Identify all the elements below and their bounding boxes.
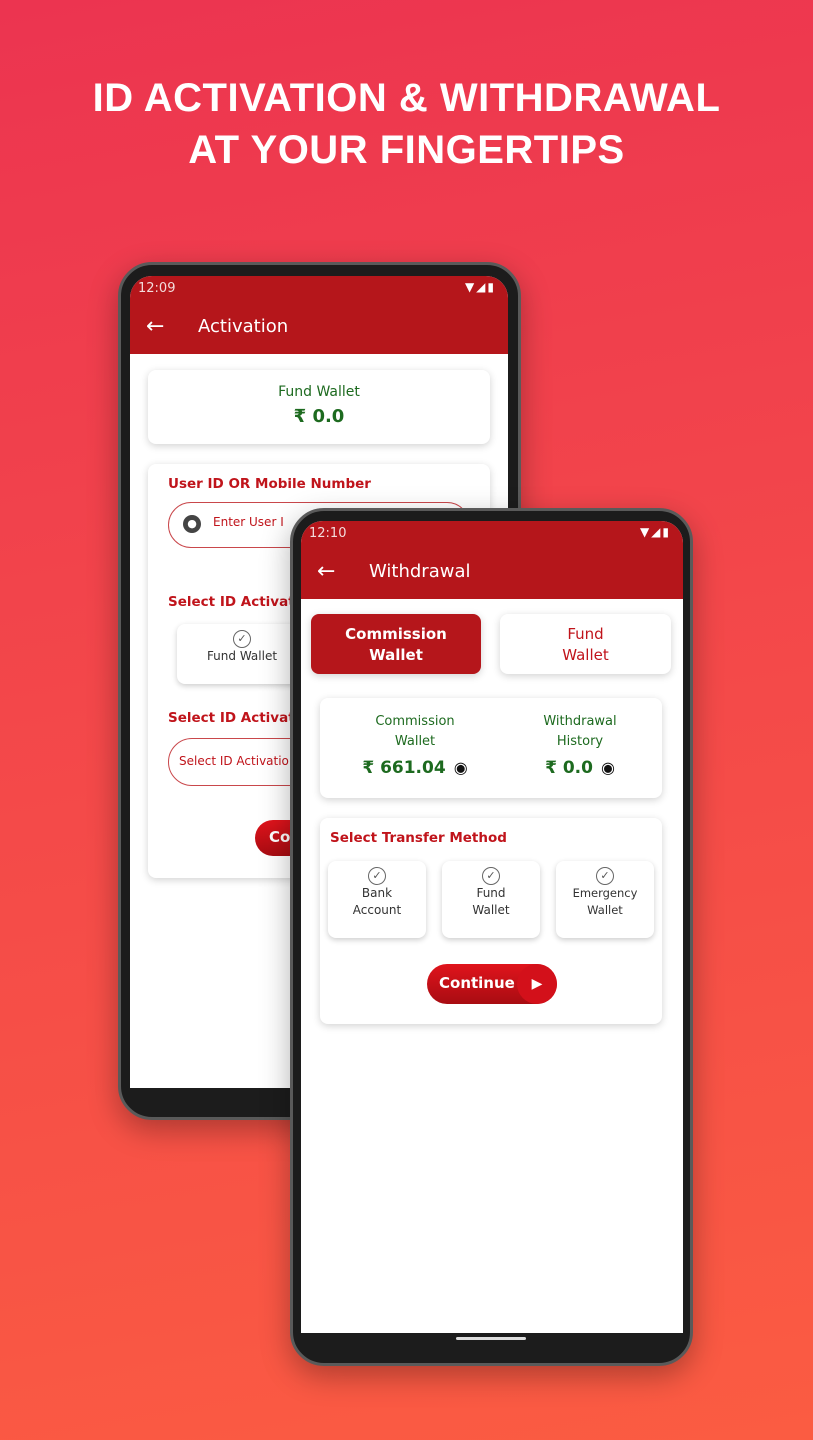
signal-battery-icon: ▼◢▮: [639, 525, 671, 539]
withdrawal-screen: 12:10 ▼◢▮ ← Withdrawal Commission Wallet …: [301, 521, 683, 1333]
select-activation-label-2: Select ID Activat: [168, 710, 295, 726]
page-title: Activation: [198, 316, 289, 337]
transfer-method-card: Select Transfer Method ✓ Bank Account ✓ Fu…: [320, 818, 662, 1024]
eye-icon[interactable]: ◉: [454, 758, 468, 777]
continue-label: Continue: [439, 974, 515, 992]
check-circle-icon: ✓: [233, 630, 251, 648]
balance-value: ₹ 0.0: [545, 758, 593, 778]
back-arrow-icon[interactable]: ←: [317, 559, 335, 584]
status-bar: 12:09 ▼◢▮: [130, 276, 508, 302]
tab-label: Commission Wallet: [345, 625, 447, 664]
method-label: Bank Account: [352, 886, 402, 917]
balance-commission: Commission Wallet ₹ 661.04 ◉: [340, 712, 490, 778]
transfer-method-label: Select Transfer Method: [330, 830, 507, 846]
withdrawal-phone: 12:10 ▼◢▮ ← Withdrawal Commission Wallet …: [290, 508, 693, 1366]
balance-label: Commission Wallet: [375, 714, 455, 749]
tab-fund-wallet[interactable]: Fund Wallet: [500, 614, 671, 674]
balance-value-row: ₹ 661.04 ◉: [340, 758, 490, 778]
eye-icon[interactable]: ◉: [601, 758, 615, 777]
signal-battery-icon: ▼◢▮: [464, 280, 496, 294]
status-time: 12:09: [138, 281, 176, 296]
balance-label: Withdrawal History: [543, 714, 617, 749]
check-circle-icon: ✓: [596, 867, 614, 885]
check-circle-icon: ✓: [368, 867, 386, 885]
headline-line-1: ID ACTIVATION & WITHDRAWAL: [92, 76, 721, 120]
select-placeholder: Select ID Activatio: [179, 754, 289, 768]
method-label: Fund Wallet: [472, 886, 510, 917]
method-emergency-wallet[interactable]: ✓ Emergency Wallet: [556, 861, 654, 938]
method-label: Emergency Wallet: [572, 886, 638, 917]
fund-wallet-value: ₹ 0.0: [293, 406, 345, 427]
page-title: Withdrawal: [369, 561, 471, 582]
tab-label: Fund Wallet: [562, 625, 609, 664]
headline-line-2: AT YOUR FINGERTIPS: [188, 128, 625, 172]
play-icon: ▶: [517, 964, 557, 1004]
balance-value: ₹ 661.04: [362, 758, 446, 778]
headline: ID ACTIVATION & WITHDRAWAL AT YOUR FINGE…: [0, 72, 813, 176]
user-id-placeholder: Enter User I: [213, 515, 284, 529]
continue-label: Co: [269, 828, 291, 846]
back-arrow-icon[interactable]: ←: [146, 314, 164, 339]
continue-button[interactable]: Continue ▶: [427, 964, 557, 1004]
option-label: Fund Wallet: [206, 649, 278, 663]
fund-wallet-card: Fund Wallet ₹ 0.0: [148, 370, 490, 444]
tab-commission-wallet[interactable]: Commission Wallet: [311, 614, 481, 674]
home-indicator[interactable]: [456, 1337, 526, 1340]
method-fund-wallet[interactable]: ✓ Fund Wallet: [442, 861, 540, 938]
balance-card: Commission Wallet ₹ 661.04 ◉ Withdrawal H…: [320, 698, 662, 798]
status-bar: 12:10 ▼◢▮: [301, 521, 683, 547]
user-icon: ●: [183, 515, 201, 533]
fund-wallet-label: Fund Wallet: [278, 384, 360, 400]
select-activation-label-1: Select ID Activat: [168, 594, 295, 610]
app-bar: ← Withdrawal: [301, 547, 683, 599]
app-bar: ← Activation: [130, 302, 508, 354]
balance-withdrawal-history[interactable]: Withdrawal History ₹ 0.0 ◉: [505, 712, 655, 778]
option-fund-wallet[interactable]: ✓ Fund Wallet: [177, 624, 307, 684]
method-bank-account[interactable]: ✓ Bank Account: [328, 861, 426, 938]
status-time: 12:10: [309, 526, 347, 541]
balance-value-row: ₹ 0.0 ◉: [505, 758, 655, 778]
check-circle-icon: ✓: [482, 867, 500, 885]
user-id-label: User ID OR Mobile Number: [168, 476, 371, 492]
